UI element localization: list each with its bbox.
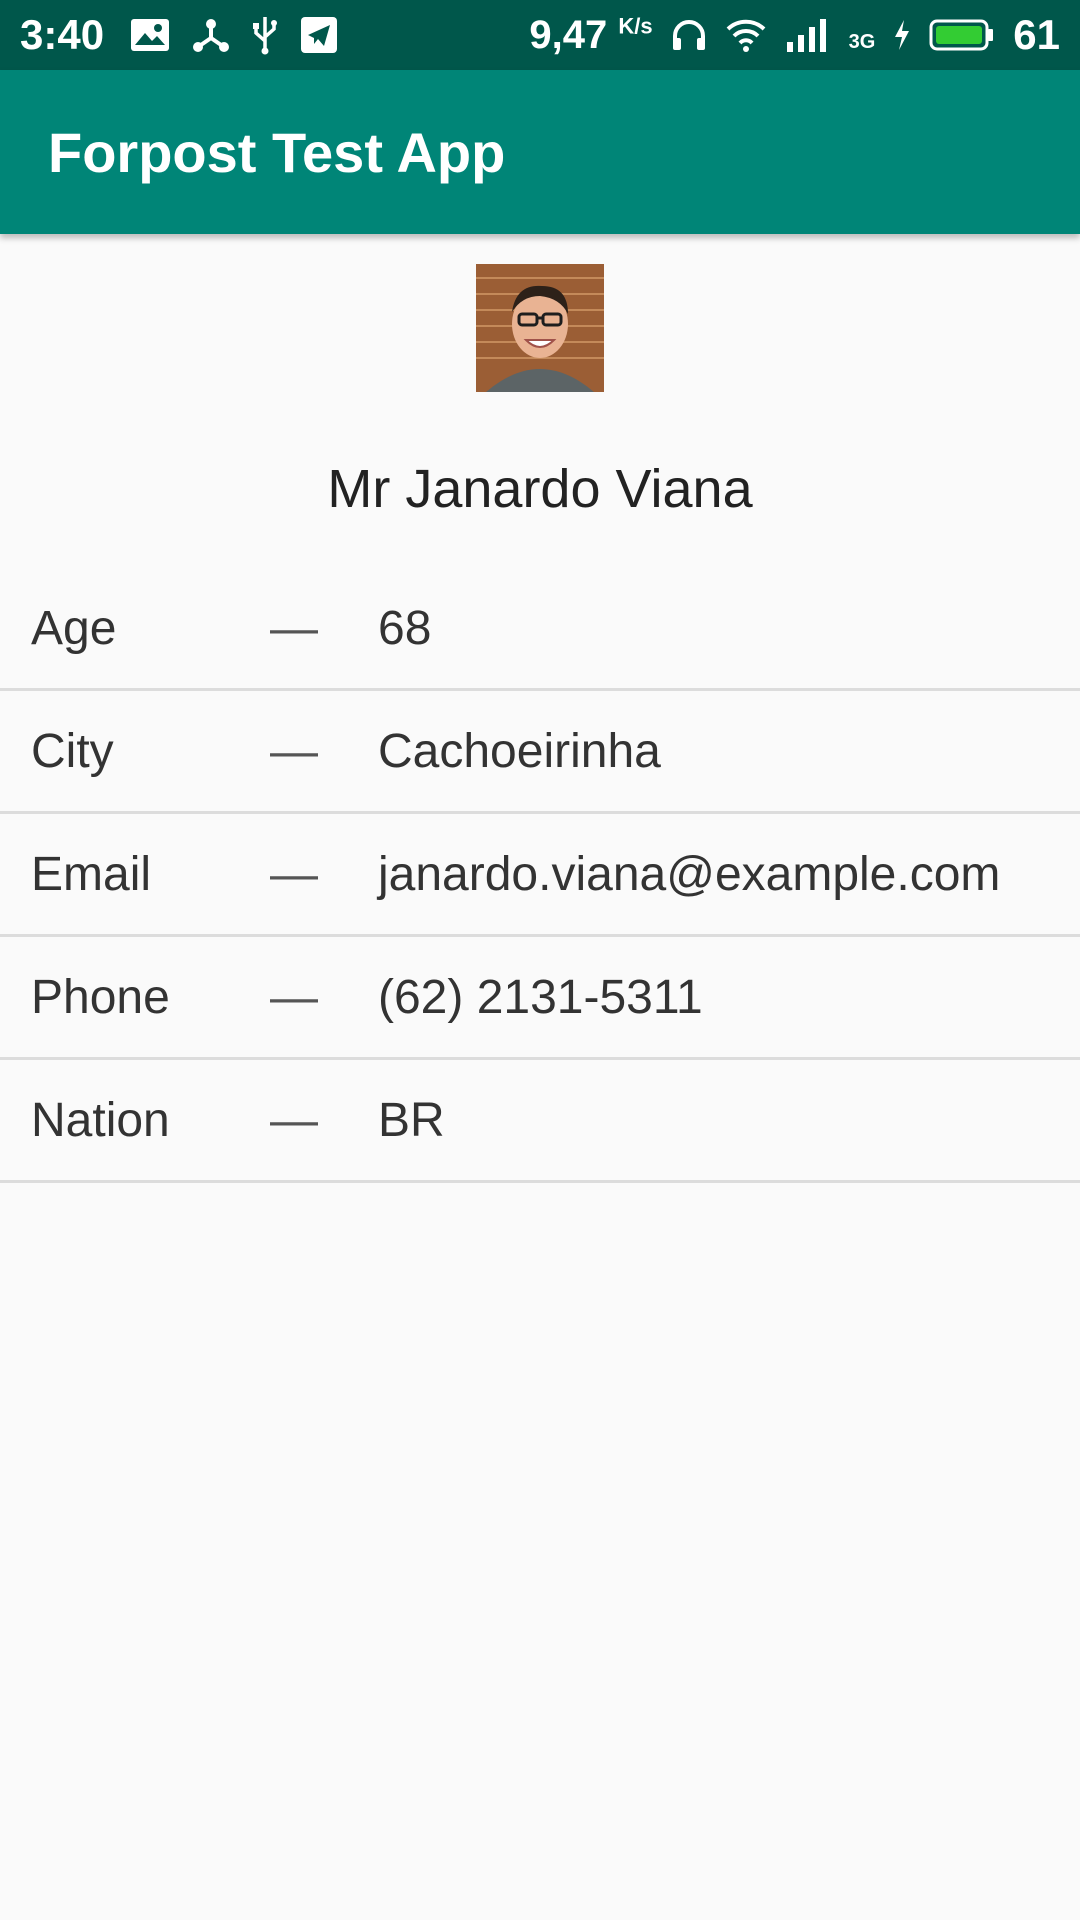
system-status: 9,47 K/s 3G 61 <box>529 11 1060 59</box>
charging-icon <box>893 19 911 51</box>
detail-separator: — <box>270 601 318 655</box>
detail-separator: — <box>270 1093 318 1147</box>
wifi-icon <box>725 18 767 52</box>
detail-value: (62) 2131-5311 <box>378 970 703 1024</box>
detail-label: City <box>31 724 114 778</box>
detail-label: Email <box>31 847 152 901</box>
avatar <box>476 264 604 392</box>
detail-row-city: City — Cachoeirinha <box>0 691 1080 814</box>
usb-icon <box>252 15 278 55</box>
detail-row-email: Email — janardo.viana@example.com <box>0 814 1080 937</box>
status-bar: 3:40 9,47 K/s 3G 61 <box>0 0 1080 70</box>
detail-row-nation: Nation — BR <box>0 1060 1080 1183</box>
detail-label: Age <box>31 601 117 655</box>
network-speed-value: 9,47 <box>529 12 608 57</box>
battery-icon <box>929 18 995 52</box>
notification-icons <box>130 15 338 55</box>
detail-row-phone: Phone — (62) 2131-5311 <box>0 937 1080 1060</box>
detail-separator: — <box>270 847 318 901</box>
telegram-icon <box>300 16 338 54</box>
signal-icon <box>785 18 831 52</box>
battery-level: 61 <box>1013 11 1060 58</box>
network-speed: 9,47 K/s <box>529 13 652 58</box>
network-type: 3G <box>848 30 876 53</box>
gallery-notification-icon <box>130 18 170 52</box>
headphones-icon <box>671 18 707 52</box>
detail-row-age: Age — 68 <box>0 568 1080 691</box>
detail-value: 68 <box>378 601 432 655</box>
status-time: 3:40 <box>20 11 105 58</box>
detail-label: Nation <box>31 1093 170 1147</box>
full-name: Mr Janardo Viana <box>327 459 753 519</box>
detail-value: janardo.viana@example.com <box>378 847 1001 901</box>
detail-value: Cachoeirinha <box>378 724 661 778</box>
detail-separator: — <box>270 724 318 778</box>
network-speed-unit: K/s <box>618 13 653 39</box>
detail-list: Age — 68 City — Cachoeirinha Email — jan… <box>0 568 1080 1183</box>
detail-value: BR <box>378 1093 445 1147</box>
detail-separator: — <box>270 970 318 1024</box>
app-bar: Forpost Test App <box>0 70 1080 234</box>
detail-label: Phone <box>31 970 170 1024</box>
share-icon <box>192 16 230 54</box>
app-title: Forpost Test App <box>48 120 506 184</box>
